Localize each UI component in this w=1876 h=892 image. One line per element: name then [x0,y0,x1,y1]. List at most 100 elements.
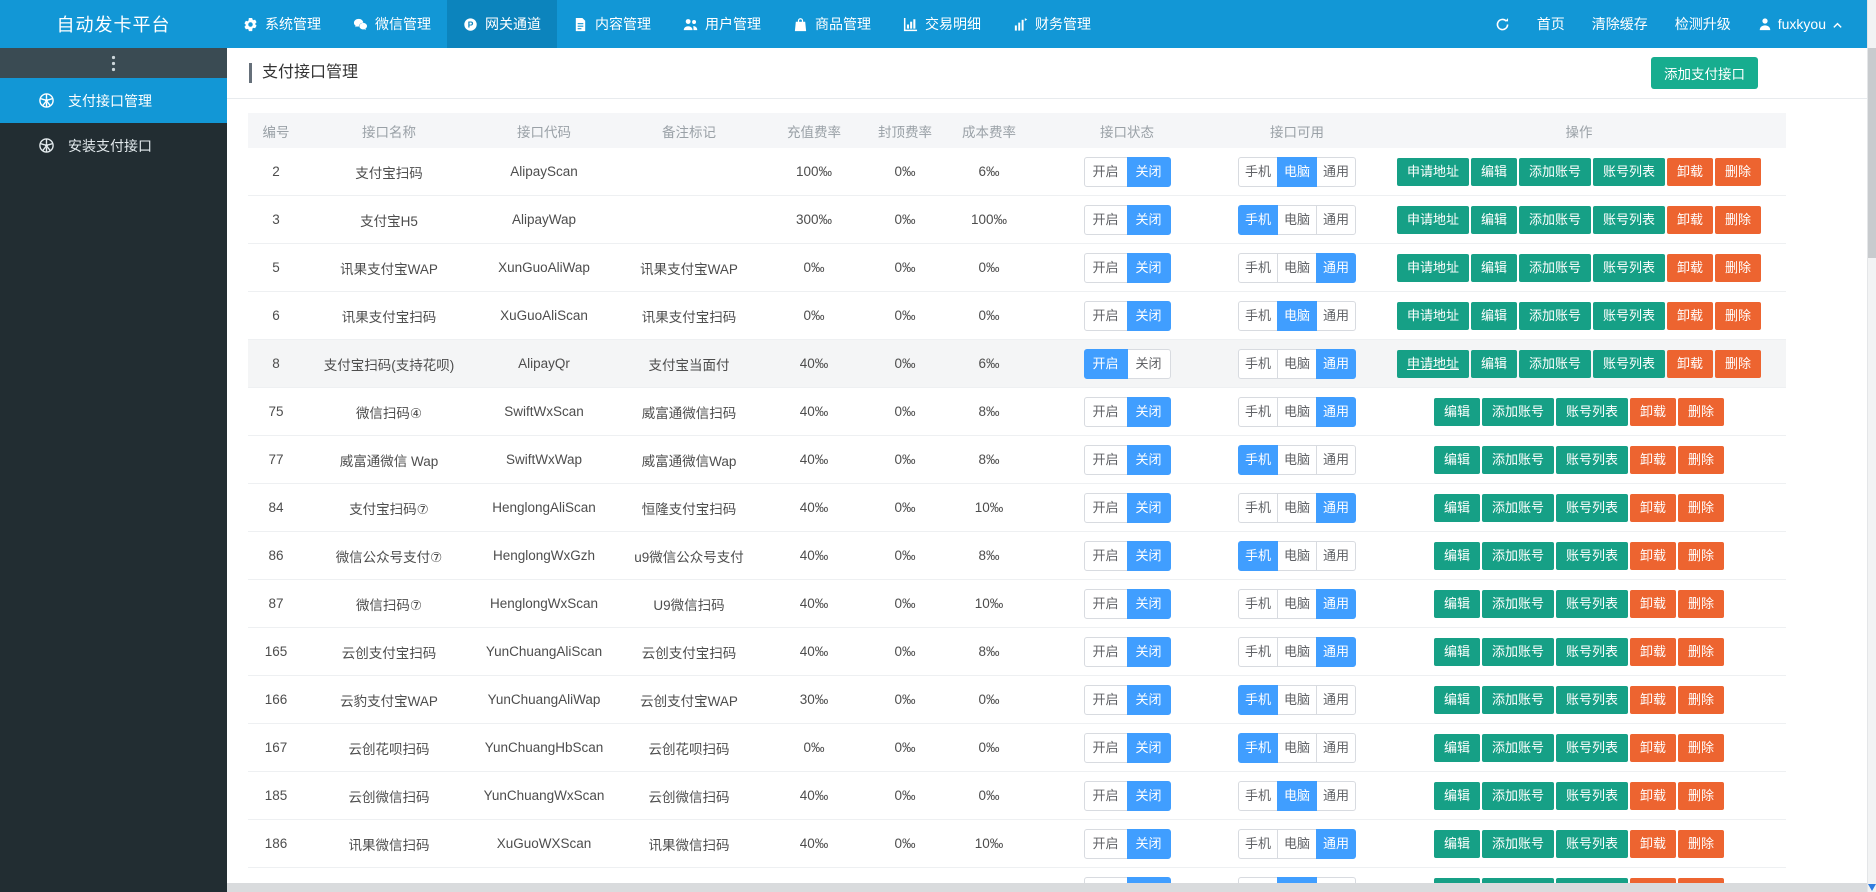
edit-button[interactable]: 编辑 [1433,493,1480,522]
clear-cache-link[interactable]: 清除缓存 [1592,14,1648,34]
uninstall-button[interactable]: 卸载 [1667,253,1714,282]
add-account-button[interactable]: 添加账号 [1481,589,1554,618]
edit-button[interactable]: 编辑 [1433,637,1480,666]
device-universal-button[interactable]: 通用 [1316,732,1356,763]
uninstall-button[interactable]: 卸载 [1630,685,1677,714]
account-list-button[interactable]: 账号列表 [1555,733,1628,762]
add-account-button[interactable]: 添加账号 [1481,781,1554,810]
account-list-button[interactable]: 账号列表 [1555,445,1628,474]
status-off-button[interactable]: 关闭 [1126,540,1171,571]
status-off-button[interactable]: 关闭 [1126,588,1171,619]
nav-item-finance[interactable]: 财务管理 [997,0,1107,48]
nav-item-goods[interactable]: 商品管理 [777,0,887,48]
delete-button[interactable]: 删除 [1678,445,1725,474]
nav-item-wechat[interactable]: 微信管理 [337,0,447,48]
device-pc-button[interactable]: 电脑 [1277,828,1317,859]
device-phone-button[interactable]: 手机 [1238,156,1278,187]
delete-button[interactable]: 删除 [1678,685,1725,714]
delete-button[interactable]: 删除 [1715,349,1762,378]
device-pc-button[interactable]: 电脑 [1277,492,1317,523]
device-pc-button[interactable]: 电脑 [1277,204,1317,235]
device-pc-button[interactable]: 电脑 [1277,636,1317,667]
uninstall-button[interactable]: 卸载 [1630,493,1677,522]
device-phone-button[interactable]: 手机 [1238,252,1278,283]
add-account-button[interactable]: 添加账号 [1481,541,1554,570]
delete-button[interactable]: 删除 [1678,397,1725,426]
status-on-button[interactable]: 开启 [1083,732,1128,763]
device-universal-button[interactable]: 通用 [1316,204,1356,235]
delete-button[interactable]: 删除 [1678,781,1725,810]
account-list-button[interactable]: 账号列表 [1593,205,1666,234]
nav-item-user[interactable]: 用户管理 [667,0,777,48]
status-on-button[interactable]: 开启 [1083,540,1128,571]
home-link[interactable]: 首页 [1537,14,1565,34]
device-pc-button[interactable]: 电脑 [1277,252,1317,283]
uninstall-button[interactable]: 卸载 [1630,541,1677,570]
add-account-button[interactable]: 添加账号 [1518,205,1591,234]
status-off-button[interactable]: 关闭 [1126,732,1171,763]
device-universal-button[interactable]: 通用 [1316,540,1356,571]
device-phone-button[interactable]: 手机 [1238,396,1278,427]
status-off-button[interactable]: 关闭 [1126,828,1171,859]
delete-button[interactable]: 删除 [1715,157,1762,186]
status-on-button[interactable]: 开启 [1083,252,1128,283]
add-account-button[interactable]: 添加账号 [1518,253,1591,282]
device-universal-button[interactable]: 通用 [1316,156,1356,187]
apply-button[interactable]: 申请地址 [1396,253,1469,282]
account-list-button[interactable]: 账号列表 [1555,589,1628,618]
status-off-button[interactable]: 关闭 [1126,204,1171,235]
status-off-button[interactable]: 关闭 [1126,300,1171,331]
horizontal-scrollbar[interactable] [227,883,1867,892]
add-account-button[interactable]: 添加账号 [1481,829,1554,858]
check-upgrade-link[interactable]: 检测升级 [1675,14,1731,34]
device-phone-button[interactable]: 手机 [1238,540,1278,571]
status-off-button[interactable]: 关闭 [1126,396,1171,427]
device-universal-button[interactable]: 通用 [1316,780,1356,811]
device-universal-button[interactable]: 通用 [1316,828,1356,859]
device-universal-button[interactable]: 通用 [1316,252,1356,283]
scroll-down-arrow-icon[interactable] [1868,884,1876,891]
add-payment-interface-button[interactable]: 添加支付接口 [1651,57,1758,89]
device-universal-button[interactable]: 通用 [1316,492,1356,523]
add-account-button[interactable]: 添加账号 [1481,493,1554,522]
device-pc-button[interactable]: 电脑 [1277,732,1317,763]
device-universal-button[interactable]: 通用 [1316,396,1356,427]
device-pc-button[interactable]: 电脑 [1277,348,1317,379]
device-pc-button[interactable]: 电脑 [1277,156,1317,187]
account-list-button[interactable]: 账号列表 [1593,253,1666,282]
delete-button[interactable]: 删除 [1715,205,1762,234]
refresh-icon[interactable] [1495,17,1510,32]
add-account-button[interactable]: 添加账号 [1518,301,1591,330]
status-off-button[interactable]: 关闭 [1126,492,1171,523]
add-account-button[interactable]: 添加账号 [1481,733,1554,762]
account-list-button[interactable]: 账号列表 [1593,157,1666,186]
device-phone-button[interactable]: 手机 [1238,780,1278,811]
device-pc-button[interactable]: 电脑 [1277,396,1317,427]
status-on-button[interactable]: 开启 [1083,156,1128,187]
device-pc-button[interactable]: 电脑 [1277,780,1317,811]
edit-button[interactable]: 编辑 [1470,301,1517,330]
status-off-button[interactable]: 关闭 [1126,252,1171,283]
uninstall-button[interactable]: 卸载 [1667,157,1714,186]
edit-button[interactable]: 编辑 [1433,733,1480,762]
device-pc-button[interactable]: 电脑 [1277,684,1317,715]
status-off-button[interactable]: 关闭 [1126,780,1171,811]
delete-button[interactable]: 删除 [1678,589,1725,618]
edit-button[interactable]: 编辑 [1470,253,1517,282]
account-list-button[interactable]: 账号列表 [1593,301,1666,330]
device-universal-button[interactable]: 通用 [1316,684,1356,715]
status-on-button[interactable]: 开启 [1083,300,1128,331]
vertical-scrollbar-thumb[interactable] [1868,48,1876,258]
device-pc-button[interactable]: 电脑 [1277,540,1317,571]
edit-button[interactable]: 编辑 [1433,541,1480,570]
add-account-button[interactable]: 添加账号 [1518,349,1591,378]
apply-button[interactable]: 申请地址 [1396,157,1469,186]
sidebar-item-install-payment-interface[interactable]: 安装支付接口 [0,123,227,168]
status-off-button[interactable]: 关闭 [1126,684,1171,715]
edit-button[interactable]: 编辑 [1470,349,1517,378]
uninstall-button[interactable]: 卸载 [1667,349,1714,378]
status-on-button[interactable]: 开启 [1083,780,1128,811]
uninstall-button[interactable]: 卸载 [1667,301,1714,330]
status-on-button[interactable]: 开启 [1083,444,1128,475]
account-list-button[interactable]: 账号列表 [1555,397,1628,426]
